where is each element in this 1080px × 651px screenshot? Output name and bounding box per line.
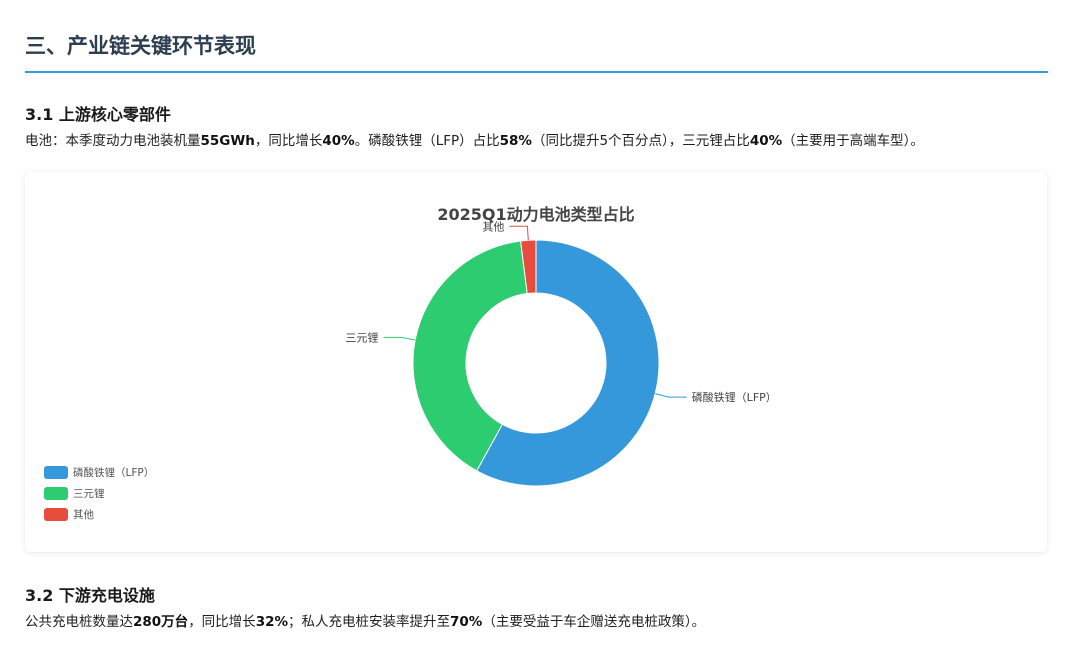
highlight-value: 32% [255,614,289,630]
upstream-title: 3.1 上游核心零部件 [25,105,171,124]
upstream-paragraph: 电池：本季度动力电池装机量55GWh，同比增长40%。磷酸铁锂（LFP）占比58… [25,129,924,149]
legend-swatch [44,466,68,479]
legend-label: 其他 [73,509,94,521]
text-run: （同比提升5个百分点），三元锂占比 [531,133,750,149]
slice-label-ternary: 三元锂 [345,330,378,344]
legend-label: 三元锂 [73,488,105,500]
downstream-paragraph: 公共充电桩数量达280万台，同比增长32%；私人充电桩安装率提升至70%（主要受… [25,610,705,630]
chart-title: 2025Q1动力电池类型占比 [437,205,634,224]
text-run: ，同比增长 [188,614,256,630]
highlight-value: 40% [749,133,783,149]
report-page: 三、产业链关键环节表现 3.1 上游核心零部件 电池：本季度动力电池装机量55G… [0,0,1080,651]
legend-item-other[interactable]: 其他 [44,504,154,525]
legend-swatch [44,487,68,500]
text-run: 电池：本季度动力电池装机量 [25,133,201,149]
legend-item-ternary[interactable]: 三元锂 [44,483,154,504]
highlight-value: 40% [322,133,355,149]
label-line-other [509,225,529,241]
chart-card: 磷酸铁锂（LFP） 三元锂其他 2025Q1动力电池类型占比 磷酸铁锂（LFP） 三元… [25,172,1047,552]
text-run: （主要受益于车企赠送充电桩政策）。 [482,614,706,630]
slice-label-lfp: 磷酸铁锂（LFP） [692,390,777,404]
legend-label: 磷酸铁锂（LFP） [73,467,155,479]
downstream-title: 3.2 下游充电设施 [25,586,155,605]
highlight-value: 58% [499,133,532,149]
chart-legend: 磷酸铁锂（LFP） 三元锂其他 [44,462,154,525]
text-run: ；私人充电桩安装率提升至 [288,614,451,630]
text-run: 。磷酸铁锂（LFP）占比 [354,133,500,149]
label-line-ternary [383,336,416,341]
legend-item-lfp[interactable]: 磷酸铁锂（LFP） [44,462,154,483]
highlight-value: 280万台 [133,614,189,630]
text-run: （主要用于高端车型）。 [782,133,924,149]
text-run: ，同比增长 [254,133,323,149]
text-run: 公共充电桩数量达 [25,614,133,630]
battery-type-donut-chart: 磷酸铁锂（LFP）三元锂其他2025Q1动力电池类型占比 [345,205,777,487]
section-title: 三、产业链关键环节表现 [25,34,256,58]
highlight-value: 70% [450,614,483,630]
label-line-lfp [655,393,687,398]
highlight-value: 55GWh [200,133,255,149]
legend-swatch [44,508,68,521]
section-divider [25,71,1048,73]
